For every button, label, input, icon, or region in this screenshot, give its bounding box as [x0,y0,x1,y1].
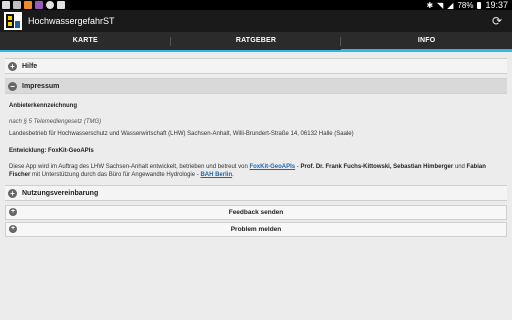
tab-label: KARTE [72,37,98,44]
impressum-body: Anbieterkennzeichnung nach § 5 Telemedie… [5,94,507,185]
impressum-provider: Landesbetrieb für Hochwasserschutz und W… [9,131,354,137]
image-icon [13,1,21,9]
tab-underline [0,50,512,52]
development-heading: Entwicklung: FoxKit-GeoAPIs [9,148,94,154]
section-label: Impressum [22,82,60,90]
plus-circle-icon: + [9,208,17,216]
section-label: Hilfe [22,62,38,70]
impressum-law: nach § 5 Telemediengesetz (TMG) [9,119,102,125]
clock: 19:37 [485,0,508,10]
wifi-icon: ◥ [437,0,444,10]
section-hilfe[interactable]: + Hilfe [5,58,507,74]
tab-bar: KARTE RATGEBER INFO [0,32,512,52]
tab-label: RATGEBER [235,37,277,44]
tab-karte[interactable]: KARTE [0,32,171,52]
bah-berlin-link[interactable]: BAH Berlin [200,172,232,178]
minus-circle-icon: − [8,81,17,91]
impressum-heading: Anbieterkennzeichnung [9,103,78,109]
battery-icon [477,1,482,9]
refresh-icon[interactable]: ⟳ [490,14,504,28]
dev-text: mit Unterstützung durch das Büro für Ang… [30,172,201,178]
feedback-button[interactable]: + Feedback senden [5,205,507,220]
screenshot-icon [2,1,10,9]
app-icon-purple [35,1,43,9]
app-logo-icon[interactable] [4,12,22,30]
button-label: Problem melden [230,226,282,233]
tab-info[interactable]: INFO [341,32,512,52]
bluetooth-icon: ✱ [426,0,434,10]
report-problem-button[interactable]: + Problem melden [5,222,507,237]
app-title: HochwassergefahrST [28,16,115,26]
status-bar: ✱ ◥ ◢ 78% 19:37 [0,0,512,10]
foxkit-link[interactable]: FoxKit-GeoAPIs [249,164,295,170]
plus-circle-icon: + [9,225,17,233]
checkbox-icon [57,1,65,9]
section-label: Nutzungsvereinbarung [22,189,99,197]
dev-names: Prof. Dr. Frank Fuchs-Kittowski, Sebasti… [300,164,454,170]
hangouts-icon [46,1,54,9]
dev-text: Diese App wird im Auftrag des LHW Sachse… [9,164,250,170]
action-buttons: + Feedback senden + Problem melden [5,205,507,237]
plus-circle-icon: + [8,61,17,71]
button-label: Feedback senden [228,209,284,216]
development-paragraph: Diese App wird im Auftrag des LHW Sachse… [9,163,503,179]
dev-text: . [232,172,234,178]
battery-percent: 78% [457,0,474,10]
plus-circle-icon: + [8,188,17,198]
tab-ratgeber[interactable]: RATGEBER [171,32,342,52]
notification-icons [2,1,65,9]
section-nutzungsvereinbarung[interactable]: + Nutzungsvereinbarung [5,185,507,201]
section-impressum[interactable]: − Impressum [5,78,507,94]
dev-text: und [453,164,467,170]
signal-icon: ◢ [447,0,454,10]
app-icon-orange [24,1,32,9]
tab-label: INFO [417,37,436,44]
action-bar: HochwassergefahrST ⟳ [0,10,512,32]
info-content: + Hilfe − Impressum Anbieterkennzeichnun… [5,58,507,239]
system-tray: ✱ ◥ ◢ 78% 19:37 [426,0,508,10]
